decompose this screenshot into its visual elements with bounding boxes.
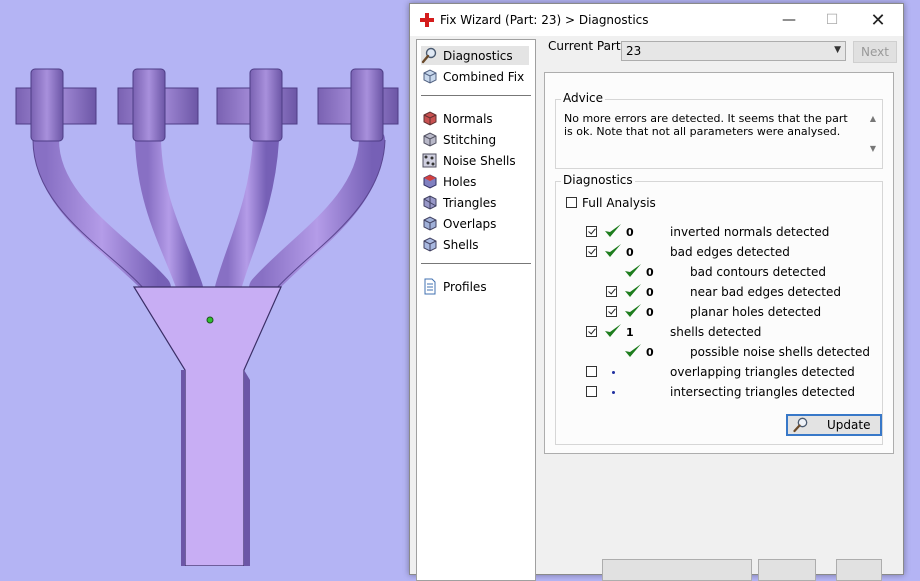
ok-check-icon [625, 284, 641, 297]
nav-label: Holes [443, 174, 477, 189]
magnifier-icon [421, 47, 437, 64]
current-part-label: Current Part: [548, 39, 625, 53]
current-part-select[interactable]: 23 ▼ [621, 41, 846, 61]
overlaps-cube-icon [423, 216, 437, 231]
nav-label: Profiles [443, 279, 487, 294]
nav-label: Overlaps [443, 216, 497, 231]
shells-cube-icon [423, 237, 437, 252]
document-icon [424, 278, 436, 295]
ok-check-icon [625, 304, 641, 317]
part-model [15, 68, 399, 566]
pending-dot-icon [612, 391, 615, 394]
bad-edges-checkbox[interactable] [586, 246, 597, 257]
scroll-down-icon[interactable]: ▼ [870, 144, 876, 153]
ok-check-icon [605, 224, 621, 237]
normals-cube-icon [423, 111, 437, 126]
shells-count: 1 [626, 326, 634, 339]
nav-item-overlaps[interactable]: Overlaps [421, 214, 529, 233]
inverted-normals-checkbox[interactable] [586, 226, 597, 237]
minimize-button[interactable]: — [767, 4, 811, 36]
shells-checkbox[interactable] [586, 326, 597, 337]
full-analysis-checkbox[interactable] [566, 197, 577, 208]
nav-item-normals[interactable]: Normals [421, 109, 529, 128]
cube-fix-icon [423, 69, 437, 84]
full-analysis-label: Full Analysis [582, 196, 656, 210]
wizard-nav: Diagnostics Combined Fix Normals Stitchi… [416, 39, 536, 581]
overlapping-triangles-checkbox[interactable] [586, 366, 597, 377]
near-bad-edges-checkbox[interactable] [606, 286, 617, 297]
noise-shells-count: 0 [646, 346, 654, 359]
current-part-value: 23 [626, 44, 642, 58]
ok-check-icon [605, 244, 621, 257]
nav-item-profiles[interactable]: Profiles [421, 277, 529, 296]
inverted-normals-label: inverted normals detected [670, 225, 830, 239]
shells-label: shells detected [670, 325, 762, 339]
ok-check-icon [625, 264, 641, 277]
nav-item-noise-shells[interactable]: Noise Shells [421, 151, 529, 170]
bottom-close-button[interactable] [758, 559, 816, 581]
nav-label: Combined Fix [443, 69, 525, 84]
close-button[interactable]: ✕ [856, 4, 900, 36]
bad-edges-count: 0 [626, 246, 634, 259]
diagnostics-group: Diagnostics Full Analysis 0 inverted nor… [555, 173, 883, 445]
diagnostics-title: Diagnostics [561, 173, 635, 187]
intersecting-triangles-checkbox[interactable] [586, 386, 597, 397]
bottom-action-button[interactable] [602, 559, 752, 581]
nav-separator [421, 263, 531, 264]
overlapping-triangles-label: overlapping triangles detected [670, 365, 855, 379]
nav-item-shells[interactable]: Shells [421, 235, 529, 254]
bad-edges-label: bad edges detected [670, 245, 790, 259]
advice-group: Advice No more errors are detected. It s… [555, 91, 883, 169]
bad-contours-count: 0 [646, 266, 654, 279]
next-button[interactable]: Next [853, 41, 897, 63]
advice-title: Advice [561, 91, 606, 105]
noise-shells-label: possible noise shells detected [690, 345, 871, 359]
nav-label: Shells [443, 237, 479, 252]
title-bar: Fix Wizard (Part: 23) > Diagnostics — ☐ … [410, 4, 903, 36]
nav-item-triangles[interactable]: Triangles [421, 193, 529, 212]
planar-holes-count: 0 [646, 306, 654, 319]
noise-shells-icon [422, 153, 437, 168]
nav-separator [421, 95, 531, 96]
nav-label: Diagnostics [443, 48, 513, 63]
nav-label: Stitching [443, 132, 497, 147]
ok-check-icon [625, 344, 641, 357]
inverted-normals-count: 0 [626, 226, 634, 239]
maximize-button[interactable]: ☐ [810, 4, 854, 36]
holes-cube-icon [423, 174, 437, 189]
scroll-up-icon[interactable]: ▲ [870, 114, 876, 123]
triangles-cube-icon [423, 195, 437, 210]
magnifier-icon [793, 417, 808, 433]
planar-holes-checkbox[interactable] [606, 306, 617, 317]
window-title: Fix Wizard (Part: 23) > Diagnostics [440, 13, 649, 27]
nav-item-stitching[interactable]: Stitching [421, 130, 529, 149]
nav-label: Triangles [443, 195, 497, 210]
bottom-help-button[interactable] [836, 559, 882, 581]
chevron-down-icon: ▼ [834, 45, 841, 55]
planar-holes-label: planar holes detected [690, 305, 822, 319]
intersecting-triangles-label: intersecting triangles detected [670, 385, 855, 399]
update-label: Update [827, 418, 871, 432]
diagnostics-panel: Advice No more errors are detected. It s… [544, 72, 894, 454]
update-button[interactable]: Update [786, 414, 882, 436]
bad-contours-label: bad contours detected [690, 265, 826, 279]
near-bad-edges-label: near bad edges detected [690, 285, 841, 299]
nav-label: Normals [443, 111, 493, 126]
nav-item-combined-fix[interactable]: Combined Fix [421, 67, 529, 86]
near-bad-edges-count: 0 [646, 286, 654, 299]
nav-item-holes[interactable]: Holes [421, 172, 529, 191]
stitching-cube-icon [423, 132, 437, 147]
pending-dot-icon [612, 371, 615, 374]
nav-label: Noise Shells [443, 153, 516, 168]
nav-item-diagnostics[interactable]: Diagnostics [421, 46, 529, 65]
red-cross-icon [420, 13, 434, 27]
ok-check-icon [605, 324, 621, 337]
advice-text: No more errors are detected. It seems th… [564, 112, 848, 138]
fix-wizard-dialog: Fix Wizard (Part: 23) > Diagnostics — ☐ … [409, 3, 904, 581]
